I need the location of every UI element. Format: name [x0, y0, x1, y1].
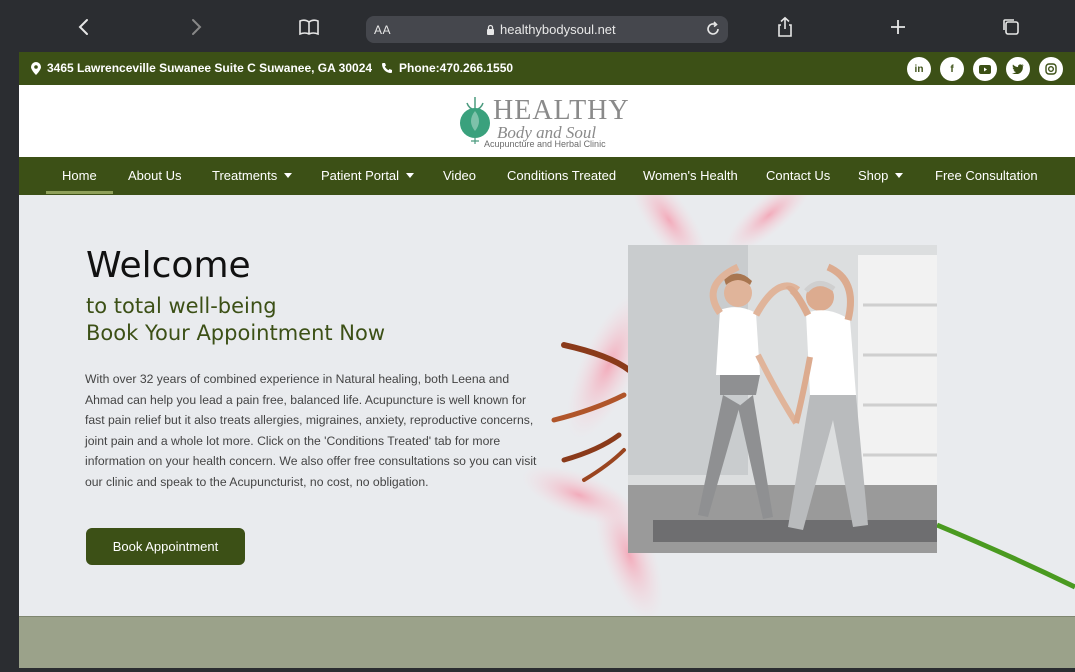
nav-shop[interactable]: Shop: [858, 168, 904, 183]
main-nav: Home About Us Treatments Patient Portal …: [19, 157, 1075, 195]
hero-subtitle: to total well-being Book Your Appointmen…: [86, 293, 385, 347]
nav-home[interactable]: Home: [62, 168, 97, 183]
nav-label: Free Consultation: [935, 168, 1038, 183]
logo-tagline: Acupuncture and Herbal Clinic: [484, 139, 606, 149]
nav-womens-health[interactable]: Women's Health: [643, 168, 738, 183]
nav-label: Conditions Treated: [507, 168, 617, 183]
reload-icon[interactable]: [704, 20, 722, 41]
address-text: 3465 Lawrenceville Suwanee Suite C Suwan…: [47, 61, 373, 75]
tabs-overview-icon[interactable]: [998, 14, 1024, 40]
web-page: 3465 Lawrenceville Suwanee Suite C Suwan…: [19, 52, 1075, 668]
hero-subtitle-line-1: to total well-being: [86, 294, 277, 318]
back-icon[interactable]: [71, 14, 97, 40]
header: HEALTHY Body and Soul Acupuncture and He…: [19, 85, 1075, 157]
footer-band: [19, 616, 1075, 668]
text-size-button[interactable]: AA: [374, 23, 391, 37]
facebook-icon[interactable]: f: [940, 57, 964, 81]
youtube-icon[interactable]: [973, 57, 997, 81]
forward-icon[interactable]: [183, 14, 209, 40]
chevron-down-icon: [895, 173, 904, 178]
twitter-icon[interactable]: [1006, 57, 1030, 81]
logo-emblem: [460, 97, 490, 144]
nav-label: Patient Portal: [321, 168, 400, 183]
chevron-down-icon: [406, 173, 415, 178]
linkedin-icon[interactable]: in: [907, 57, 931, 81]
new-tab-icon[interactable]: [885, 14, 911, 40]
location-pin-icon: [31, 61, 41, 75]
nav-treatments[interactable]: Treatments: [212, 168, 293, 183]
nav-free-consultation[interactable]: Free Consultation: [935, 168, 1038, 183]
hero-section: Welcome to total well-being Book Your Ap…: [19, 195, 1075, 616]
nav-active-indicator: [46, 191, 113, 194]
nav-conditions-treated[interactable]: Conditions Treated: [507, 168, 616, 183]
nav-contact-us[interactable]: Contact Us: [766, 168, 830, 183]
hero-title: Welcome: [86, 245, 251, 286]
contact-bar: 3465 Lawrenceville Suwanee Suite C Suwan…: [19, 52, 1075, 85]
nav-patient-portal[interactable]: Patient Portal: [321, 168, 415, 183]
share-icon[interactable]: [772, 14, 798, 40]
site-logo[interactable]: HEALTHY Body and Soul Acupuncture and He…: [457, 93, 637, 149]
nav-label: About Us: [128, 168, 182, 183]
bookmarks-icon[interactable]: [296, 14, 322, 40]
browser-toolbar: AA healthybodysoul.net: [0, 0, 1075, 52]
nav-label: Video: [443, 168, 477, 183]
nav-label: Women's Health: [643, 168, 738, 183]
hero-subtitle-line-2: Book Your Appointment Now: [86, 321, 386, 345]
chevron-down-icon: [284, 173, 293, 178]
nav-video[interactable]: Video: [443, 168, 476, 183]
phone-text: Phone:470.266.1550: [399, 61, 514, 75]
lock-icon: [487, 24, 494, 35]
nav-label: Contact Us: [766, 168, 831, 183]
instagram-icon[interactable]: [1039, 57, 1063, 81]
nav-about-us[interactable]: About Us: [128, 168, 181, 183]
couple-yoga-photo: [628, 245, 937, 553]
url-text: healthybodysoul.net: [500, 22, 616, 37]
address-bar[interactable]: AA healthybodysoul.net: [366, 16, 728, 43]
nav-label: Shop: [858, 168, 889, 183]
nav-label: Treatments: [212, 168, 278, 183]
book-appointment-button[interactable]: Book Appointment: [86, 528, 245, 565]
phone-icon: [382, 63, 392, 73]
nav-label: Home: [62, 168, 97, 183]
phone-link[interactable]: Phone:470.266.1550: [381, 61, 513, 75]
hero-description: With over 32 years of combined experienc…: [85, 372, 537, 489]
